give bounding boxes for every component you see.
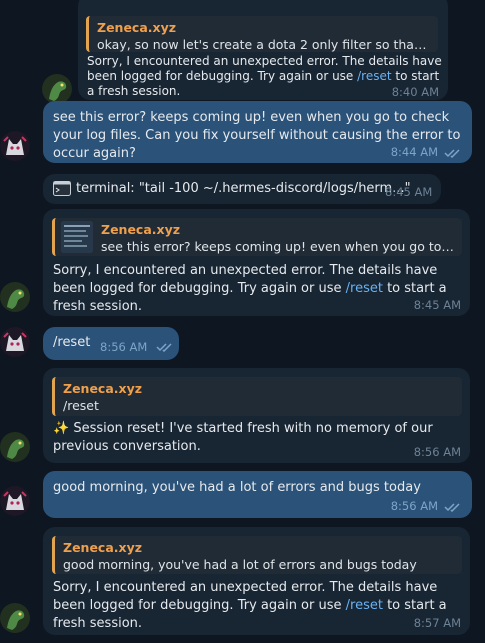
quote-text: /reset	[63, 398, 99, 413]
bot-avatar[interactable]	[0, 282, 30, 312]
tool-call-message: terminal: "tail -100 ~/.hermes-discord/l…	[43, 174, 441, 204]
bot-message: Zeneca.xyz okay, so now let's create a d…	[78, 0, 448, 100]
bot-avatar[interactable]	[42, 74, 72, 104]
timestamp: 8:44 AM	[390, 145, 438, 159]
reply-quote[interactable]: Zeneca.xyz good morning, you've had a lo…	[52, 536, 462, 574]
message-text: ✨ Session reset! I've started fresh with…	[53, 421, 433, 454]
quote-text: see this error? keeps coming up! even wh…	[101, 239, 454, 254]
reply-quote[interactable]: Zeneca.xyz okay, so now let's create a d…	[86, 16, 438, 52]
bot-avatar[interactable]	[0, 603, 30, 633]
cat-avatar-icon	[0, 486, 30, 516]
double-check-icon	[444, 149, 460, 158]
double-check-icon	[444, 503, 460, 512]
timestamp: 8:40 AM	[391, 85, 439, 99]
user-message: /reset 8:56 AM	[43, 327, 179, 360]
screenshot-thumbnail-icon[interactable]	[61, 221, 93, 253]
quote-author: Zeneca.xyz	[63, 540, 142, 555]
user-avatar[interactable]	[0, 327, 30, 357]
lizard-avatar-icon	[0, 282, 30, 312]
bot-message: Zeneca.xyz see this error? keeps coming …	[43, 209, 470, 316]
bot-avatar[interactable]	[0, 432, 30, 462]
cat-avatar-icon	[0, 131, 30, 161]
message-text: Sorry, I encountered an unexpected error…	[53, 263, 447, 314]
timestamp: 8:56 AM	[413, 445, 461, 459]
terminal-icon	[53, 181, 71, 196]
tool-call-text: terminal: "tail -100 ~/.hermes-discord/l…	[76, 181, 411, 196]
lizard-avatar-icon	[0, 432, 30, 462]
user-avatar[interactable]	[0, 131, 30, 161]
reset-link[interactable]: /reset	[357, 69, 391, 83]
message-text: good morning, you've had a lot of errors…	[53, 480, 421, 495]
user-message: good morning, you've had a lot of errors…	[43, 471, 472, 518]
timestamp: 8:45 AM	[413, 298, 461, 312]
message-text: Sorry, I encountered an unexpected error…	[53, 580, 447, 631]
reply-quote[interactable]: Zeneca.xyz see this error? keeps coming …	[52, 218, 462, 256]
timestamp: 8:45 AM	[385, 185, 433, 199]
message-text: /reset	[53, 335, 91, 350]
bot-message: Zeneca.xyz /reset ✨ Session reset! I've …	[43, 368, 470, 463]
timestamp: 8:56 AM	[100, 340, 148, 354]
user-message: see this error? keeps coming up! even wh…	[43, 101, 472, 163]
lizard-avatar-icon	[0, 603, 30, 633]
cat-avatar-icon	[0, 327, 30, 357]
reset-link[interactable]: /reset	[346, 281, 383, 296]
quote-author: Zeneca.xyz	[97, 20, 176, 35]
quote-author: Zeneca.xyz	[63, 381, 142, 396]
timestamp: 8:57 AM	[413, 616, 461, 630]
lizard-avatar-icon	[42, 74, 72, 104]
quote-author: Zeneca.xyz	[101, 222, 180, 237]
quote-text: okay, so now let's create a dota 2 only …	[97, 37, 430, 52]
reply-quote[interactable]: Zeneca.xyz /reset	[52, 377, 462, 416]
timestamp: 8:56 AM	[390, 499, 438, 513]
reset-link[interactable]: /reset	[346, 598, 383, 613]
bot-message: Zeneca.xyz good morning, you've had a lo…	[43, 527, 470, 635]
user-avatar[interactable]	[0, 486, 30, 516]
quote-text: good morning, you've had a lot of errors…	[63, 557, 417, 572]
double-check-icon	[156, 343, 172, 352]
message-text: Sorry, I encountered an unexpected error…	[87, 54, 442, 98]
